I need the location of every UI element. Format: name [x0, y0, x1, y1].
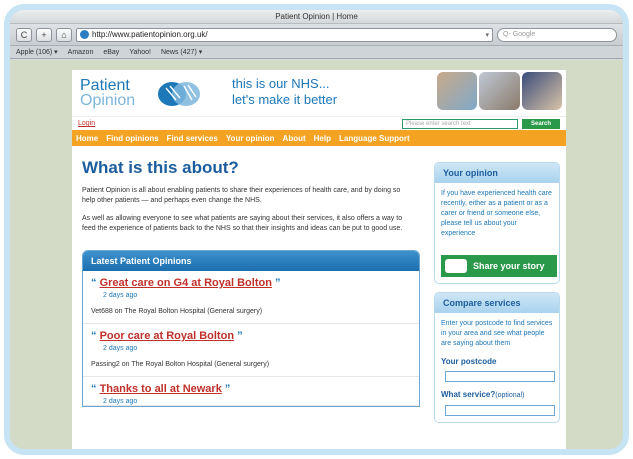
service-label-text: What service?	[441, 390, 496, 399]
nav-find-services[interactable]: Find services	[167, 134, 218, 143]
close-quote-icon: ”	[275, 277, 281, 289]
browser-window: Patient Opinion | Home C + ⌂ http://www.…	[4, 4, 629, 455]
nav-language-support[interactable]: Language Support	[339, 134, 410, 143]
main-content: What is this about? Patient Opinion is a…	[72, 152, 424, 407]
logo-line1: Patient	[80, 77, 130, 94]
add-bookmark-button[interactable]: +	[36, 27, 52, 42]
compare-services-panel: Compare services Enter your postcode to …	[434, 292, 560, 423]
login-bar: Login Please enter search text Search	[72, 116, 566, 130]
latest-opinions-title: Latest Patient Opinions	[83, 251, 419, 271]
site-header: Patient Opinion this is our NHS... let's…	[72, 70, 566, 116]
home-button[interactable]: ⌂	[56, 27, 72, 42]
your-opinion-panel: Your opinion If you have experienced hea…	[434, 162, 560, 284]
intro-paragraph-2: As well as allowing everyone to see what…	[82, 215, 403, 232]
main-nav: Home Find opinions Find services Your op…	[72, 130, 566, 146]
your-opinion-title: Your opinion	[435, 163, 559, 183]
favicon-icon	[80, 30, 89, 39]
header-photos	[437, 72, 562, 110]
nav-your-opinion[interactable]: Your opinion	[226, 134, 275, 143]
site-search-button[interactable]: Search	[522, 118, 560, 129]
opinion-link[interactable]: Thanks to all at Newark	[100, 383, 222, 395]
speech-bubble-icon	[445, 259, 467, 273]
opinion-date: 2 days ago	[103, 292, 138, 299]
service-label: What service?(optional)	[441, 390, 553, 401]
postcode-input[interactable]	[445, 371, 555, 382]
url-text: http://www.patientopinion.org.uk/	[92, 30, 208, 39]
window-title: Patient Opinion | Home	[10, 10, 623, 24]
open-quote-icon: “	[91, 383, 97, 395]
open-quote-icon: “	[91, 330, 97, 342]
list-item: “ Thanks to all at Newark ” 2 days ago	[83, 377, 419, 406]
photo-nurse	[521, 72, 562, 110]
list-item: “ Great care on G4 at Royal Bolton ” 2 d…	[83, 271, 419, 324]
latest-opinions-panel: Latest Patient Opinions “ Great care on …	[82, 250, 420, 407]
compare-services-text: Enter your postcode to find services in …	[441, 320, 553, 347]
opinion-link[interactable]: Great care on G4 at Royal Bolton	[100, 277, 272, 289]
tagline-line1: this is our NHS...	[232, 76, 330, 91]
address-bar[interactable]: http://www.patientopinion.org.uk/ ▾	[76, 27, 493, 42]
share-story-label: Share your story	[473, 261, 545, 271]
site-search-input[interactable]: Please enter search text	[402, 118, 518, 129]
service-input[interactable]	[445, 405, 555, 416]
nav-help[interactable]: Help	[314, 134, 331, 143]
site-tagline: this is our NHS... let's make it better	[232, 76, 337, 108]
your-opinion-text: If you have experienced health care rece…	[441, 190, 552, 237]
intro-paragraph-1: Patient Opinion is all about enabling pa…	[82, 187, 401, 204]
bookmark-news[interactable]: News (427) ▾	[161, 46, 202, 58]
bookmark-apple[interactable]: Apple (106) ▾	[16, 46, 58, 58]
page-viewport: Patient Opinion this is our NHS... let's…	[10, 60, 623, 449]
opinion-source: Vet688 on The Royal Bolton Hospital (Gen…	[91, 308, 263, 315]
postcode-label: Your postcode	[441, 357, 497, 366]
photo-staff	[479, 72, 520, 110]
site-logo[interactable]: Patient Opinion	[80, 77, 136, 109]
chevron-down-icon[interactable]: ▾	[485, 31, 489, 39]
webpage: Patient Opinion this is our NHS... let's…	[72, 70, 566, 449]
service-optional-text: (optional)	[495, 392, 525, 399]
bookmark-yahoo[interactable]: Yahoo!	[129, 46, 151, 58]
share-story-button[interactable]: Share your story	[441, 255, 557, 277]
page-title: What is this about?	[82, 158, 239, 177]
opinion-source: Passing2 on The Royal Bolton Hospital (G…	[91, 361, 270, 368]
bookmarks-bar: Apple (106) ▾ Amazon eBay Yahoo! News (4…	[10, 46, 623, 59]
photo-patient	[437, 72, 478, 110]
close-quote-icon: ”	[224, 383, 231, 395]
browser-search-input[interactable]: Q- Google	[497, 27, 617, 42]
nav-about[interactable]: About	[283, 134, 306, 143]
open-quote-icon: “	[91, 277, 97, 289]
opinion-date: 2 days ago	[103, 398, 138, 405]
opinion-date: 2 days ago	[103, 345, 138, 352]
hands-logo-icon	[158, 82, 200, 106]
tagline-line2: let's make it better	[232, 92, 338, 107]
logo-line2: Opinion	[80, 92, 136, 109]
list-item: “ Poor care at Royal Bolton ” 2 days ago…	[83, 324, 419, 377]
bookmark-amazon[interactable]: Amazon	[68, 46, 94, 58]
nav-find-opinions[interactable]: Find opinions	[106, 134, 158, 143]
compare-services-title: Compare services	[435, 293, 559, 313]
close-quote-icon: ”	[237, 330, 243, 342]
reload-button[interactable]: C	[16, 27, 32, 42]
browser-toolbar: C + ⌂ http://www.patientopinion.org.uk/ …	[10, 24, 623, 46]
nav-home[interactable]: Home	[76, 134, 98, 143]
login-link[interactable]: Login	[78, 120, 95, 127]
sidebar: Your opinion If you have experienced hea…	[434, 162, 560, 431]
bookmark-ebay[interactable]: eBay	[103, 46, 119, 58]
opinion-link[interactable]: Poor care at Royal Bolton	[100, 330, 234, 342]
